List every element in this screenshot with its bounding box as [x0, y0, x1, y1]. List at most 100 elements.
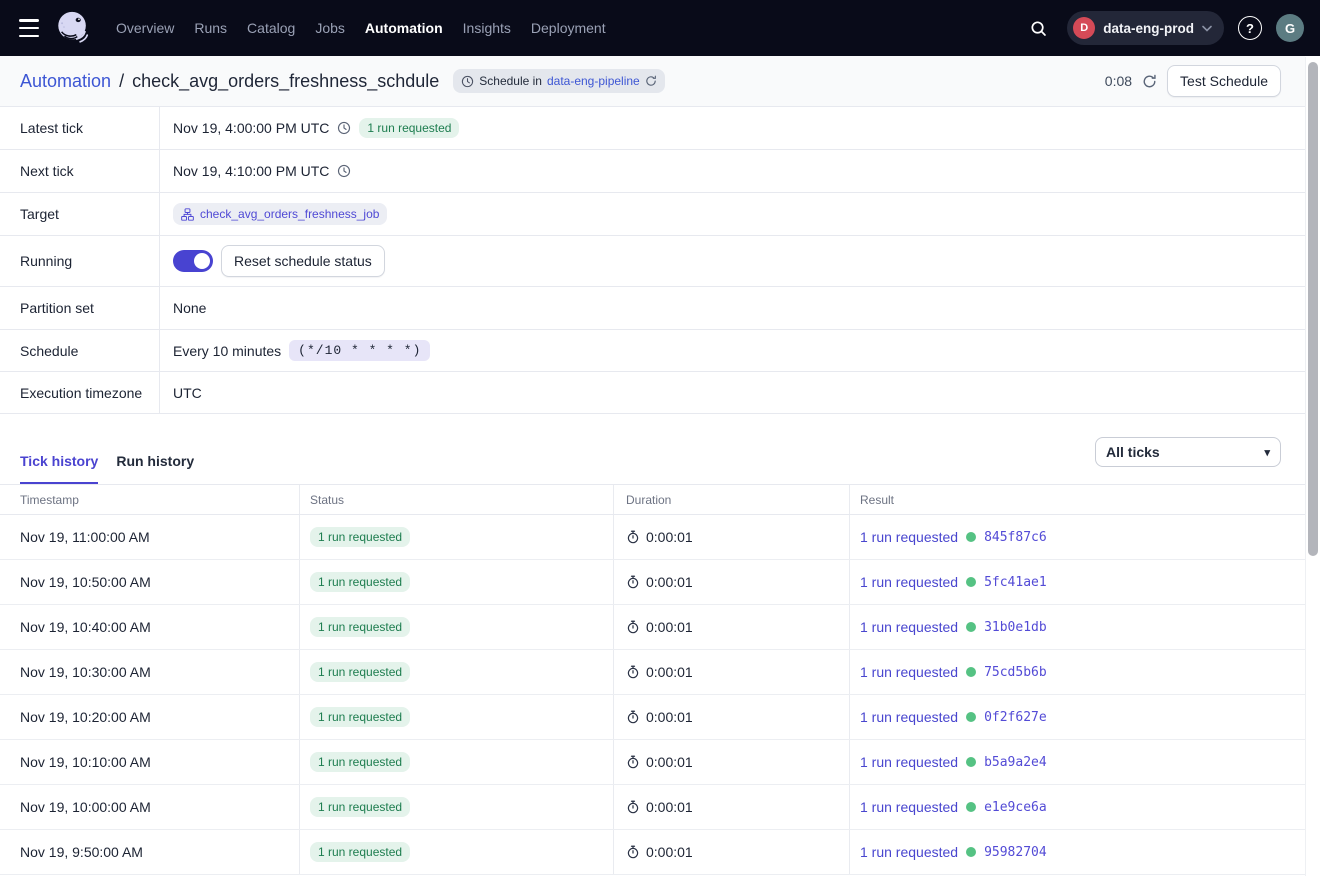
- nav-item-automation[interactable]: Automation: [365, 14, 443, 42]
- tick-row[interactable]: Nov 19, 10:10:00 AM 1 run requested 0:00…: [0, 740, 1305, 785]
- tick-row[interactable]: Nov 19, 10:20:00 AM 1 run requested 0:00…: [0, 695, 1305, 740]
- detail-label-running: Running: [0, 236, 160, 286]
- detail-label-schedule: Schedule: [0, 330, 160, 371]
- header-timestamp: Timestamp: [0, 485, 300, 514]
- tick-row[interactable]: Nov 19, 9:50:00 AM 1 run requested 0:00:…: [0, 830, 1305, 875]
- tab-run-history[interactable]: Run history: [116, 453, 194, 484]
- schedule-details: Latest tick Nov 19, 4:00:00 PM UTC 1 run…: [0, 107, 1305, 414]
- refresh-icon[interactable]: [1142, 74, 1157, 89]
- tick-filter-select[interactable]: All ticks ▾: [1095, 437, 1281, 467]
- stopwatch-icon: [626, 620, 640, 634]
- run-status-dot: [966, 577, 976, 587]
- run-requested-link[interactable]: 1 run requested: [860, 574, 958, 590]
- tick-status-badge: 1 run requested: [310, 752, 410, 772]
- reset-schedule-status-button[interactable]: Reset schedule status: [221, 245, 385, 277]
- main-content: Automation / check_avg_orders_freshness_…: [0, 56, 1305, 875]
- run-id-link[interactable]: 5fc41ae1: [984, 575, 1047, 590]
- tick-result-cell: 1 run requested 31b0e1db: [850, 605, 1305, 649]
- run-requested-link[interactable]: 1 run requested: [860, 664, 958, 680]
- detail-label-next-tick: Next tick: [0, 150, 160, 192]
- tab-tick-history[interactable]: Tick history: [20, 453, 98, 484]
- dagster-logo-icon[interactable]: [54, 9, 92, 47]
- detail-value-target: check_avg_orders_freshness_job: [160, 193, 1305, 235]
- run-id-link[interactable]: b5a9a2e4: [984, 755, 1047, 770]
- tick-row[interactable]: Nov 19, 10:50:00 AM 1 run requested 0:00…: [0, 560, 1305, 605]
- target-job-link[interactable]: check_avg_orders_freshness_job: [173, 203, 387, 225]
- detail-row-target: Target check_avg_orders_freshness_job: [0, 193, 1305, 236]
- tick-duration-value: 0:00:01: [646, 574, 693, 590]
- run-requested-link[interactable]: 1 run requested: [860, 844, 958, 860]
- run-id-link[interactable]: 31b0e1db: [984, 620, 1047, 635]
- tick-table-body: Nov 19, 11:00:00 AM 1 run requested 0:00…: [0, 515, 1305, 875]
- detail-row-latest-tick: Latest tick Nov 19, 4:00:00 PM UTC 1 run…: [0, 107, 1305, 150]
- nav-item-catalog[interactable]: Catalog: [247, 14, 295, 42]
- scrollbar-thumb[interactable]: [1308, 62, 1318, 556]
- detail-value-timezone: UTC: [160, 372, 1305, 413]
- user-avatar[interactable]: G: [1276, 14, 1304, 42]
- detail-row-next-tick: Next tick Nov 19, 4:10:00 PM UTC: [0, 150, 1305, 193]
- breadcrumb-automation-link[interactable]: Automation: [20, 71, 111, 92]
- tick-status-cell: 1 run requested: [300, 740, 614, 784]
- tick-filter-value: All ticks: [1106, 444, 1160, 460]
- tick-row[interactable]: Nov 19, 11:00:00 AM 1 run requested 0:00…: [0, 515, 1305, 560]
- run-id-link[interactable]: e1e9ce6a: [984, 800, 1047, 815]
- history-tabs: Tick history Run history: [20, 453, 194, 484]
- running-toggle[interactable]: [173, 250, 213, 272]
- tick-timestamp: Nov 19, 11:00:00 AM: [0, 515, 300, 559]
- test-schedule-button[interactable]: Test Schedule: [1167, 65, 1281, 97]
- tick-status-badge: 1 run requested: [310, 707, 410, 727]
- tick-row[interactable]: Nov 19, 10:40:00 AM 1 run requested 0:00…: [0, 605, 1305, 650]
- tick-row[interactable]: Nov 19, 10:30:00 AM 1 run requested 0:00…: [0, 650, 1305, 695]
- tick-status-badge: 1 run requested: [310, 527, 410, 547]
- nav-item-runs[interactable]: Runs: [194, 14, 227, 42]
- tick-timestamp: Nov 19, 10:20:00 AM: [0, 695, 300, 739]
- run-status-dot: [966, 757, 976, 767]
- tick-duration-value: 0:00:01: [646, 619, 693, 635]
- nav-menu: Overview Runs Catalog Jobs Automation Insight…: [116, 14, 626, 42]
- tick-status-badge: 1 run requested: [310, 617, 410, 637]
- run-requested-link[interactable]: 1 run requested: [860, 619, 958, 635]
- nav-item-jobs[interactable]: Jobs: [315, 14, 345, 42]
- tick-row[interactable]: Nov 19, 10:00:00 AM 1 run requested 0:00…: [0, 785, 1305, 830]
- tick-status-badge: 1 run requested: [310, 662, 410, 682]
- badge-refresh-icon[interactable]: [645, 75, 657, 87]
- clock-icon: [337, 164, 351, 178]
- help-icon[interactable]: ?: [1238, 16, 1262, 40]
- run-id-link[interactable]: 0f2f627e: [984, 710, 1047, 725]
- search-icon[interactable]: [1023, 13, 1053, 43]
- schedule-text: Every 10 minutes: [173, 343, 281, 359]
- run-requested-link[interactable]: 1 run requested: [860, 799, 958, 815]
- tick-history-table: Timestamp Status Duration Result Nov 19,…: [0, 484, 1305, 875]
- run-requested-link[interactable]: 1 run requested: [860, 709, 958, 725]
- detail-row-running: Running Reset schedule status: [0, 236, 1305, 287]
- run-status-dot: [966, 622, 976, 632]
- detail-row-timezone: Execution timezone UTC: [0, 372, 1305, 414]
- run-status-dot: [966, 532, 976, 542]
- run-id-link[interactable]: 75cd5b6b: [984, 665, 1047, 680]
- workspace-switcher[interactable]: D data-eng-prod: [1067, 11, 1224, 45]
- job-graph-icon: [181, 208, 194, 221]
- tick-duration-cell: 0:00:01: [614, 785, 850, 829]
- partition-set-value: None: [173, 300, 206, 316]
- run-id-link[interactable]: 95982704: [984, 845, 1047, 860]
- tick-result-cell: 1 run requested 5fc41ae1: [850, 560, 1305, 604]
- tick-duration-value: 0:00:01: [646, 754, 693, 770]
- run-requested-link[interactable]: 1 run requested: [860, 529, 958, 545]
- pipeline-link[interactable]: data-eng-pipeline: [547, 74, 640, 88]
- workspace-name: data-eng-prod: [1103, 21, 1194, 36]
- nav-item-deployment[interactable]: Deployment: [531, 14, 606, 42]
- nav-item-overview[interactable]: Overview: [116, 14, 174, 42]
- menu-icon[interactable]: [16, 18, 42, 38]
- tick-duration-value: 0:00:01: [646, 799, 693, 815]
- page-title: check_avg_orders_freshness_schdule: [132, 71, 439, 92]
- scrollbar-track[interactable]: [1305, 57, 1320, 876]
- detail-row-partition-set: Partition set None: [0, 287, 1305, 330]
- dagster-logo-svg: [54, 9, 92, 47]
- detail-label-latest-tick: Latest tick: [0, 107, 160, 149]
- run-id-link[interactable]: 845f87c6: [984, 530, 1047, 545]
- tick-timestamp: Nov 19, 10:50:00 AM: [0, 560, 300, 604]
- tick-timestamp: Nov 19, 10:00:00 AM: [0, 785, 300, 829]
- nav-item-insights[interactable]: Insights: [463, 14, 511, 42]
- run-status-dot: [966, 847, 976, 857]
- run-requested-link[interactable]: 1 run requested: [860, 754, 958, 770]
